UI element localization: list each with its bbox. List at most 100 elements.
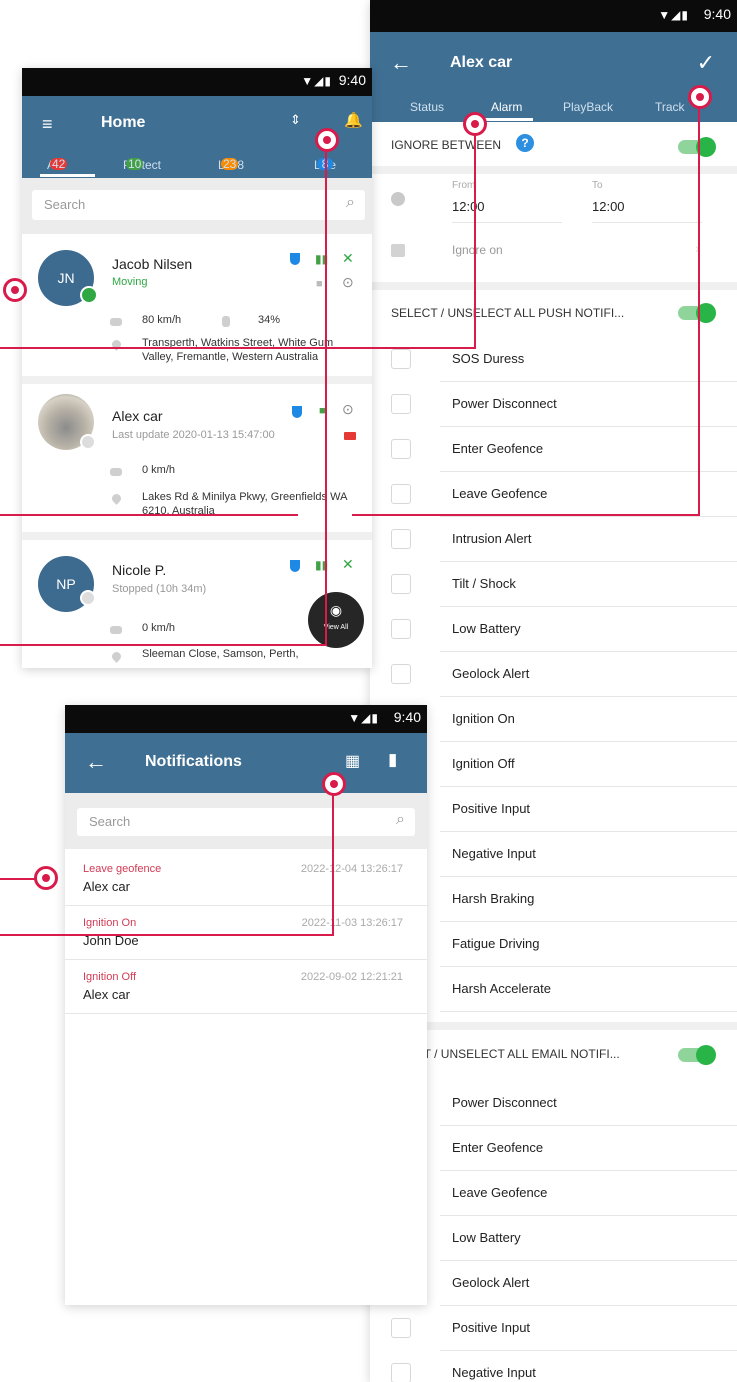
email-select-all-toggle[interactable] [678, 1045, 716, 1065]
search-placeholder: Search [89, 814, 131, 829]
lock-icon: ■ [316, 278, 323, 290]
ignore-between-toggle[interactable] [678, 137, 716, 157]
back-arrow-icon[interactable]: ← [390, 50, 412, 76]
vehicle-status: Stopped (10h 34m) [112, 583, 207, 595]
tab-alarm[interactable]: Alarm [491, 100, 522, 114]
vehicle-speed: 0 km/h [142, 464, 176, 476]
list-separator [22, 532, 372, 540]
status-time: 9:40 [703, 6, 731, 22]
row-divider [440, 1125, 737, 1126]
home-title: Home [101, 114, 146, 131]
section-gap [370, 166, 737, 174]
tab-status[interactable]: Status [410, 100, 444, 114]
menu-icon[interactable]: ≡ [42, 114, 53, 135]
email-item-label[interactable]: Positive Input [452, 1320, 530, 1335]
offline-dot [80, 434, 96, 450]
trash-icon[interactable]: ▮ [388, 750, 397, 770]
checkbox[interactable] [391, 394, 411, 414]
row-divider [440, 966, 737, 967]
row-divider [440, 1350, 737, 1351]
push-item-label[interactable]: Ignition Off [452, 756, 515, 771]
signal-icons: ▼◢▮ [348, 711, 379, 725]
row-divider [440, 381, 737, 382]
email-item-label[interactable]: Enter Geofence [452, 1140, 543, 1155]
callout-line [325, 140, 327, 646]
checkbox[interactable] [391, 439, 411, 459]
sort-icon[interactable]: ⇕ [290, 112, 301, 128]
push-item-label[interactable]: Harsh Braking [452, 891, 534, 906]
checkbox[interactable] [391, 529, 411, 549]
bell-icon[interactable]: 🔔 [344, 111, 363, 129]
vehicle-battery: 34% [258, 314, 281, 326]
email-item-label[interactable]: Geolock Alert [452, 1275, 529, 1290]
help-icon[interactable]: ? [516, 134, 534, 152]
push-item-label[interactable]: Intrusion Alert [452, 531, 532, 546]
row-divider [440, 1011, 737, 1012]
checkbox[interactable] [391, 1363, 411, 1382]
vehicle-name[interactable]: Alex car [112, 408, 163, 424]
callout-target [315, 128, 339, 152]
ignore-on-label[interactable]: Ignore on [452, 243, 503, 257]
tab-track[interactable]: Track [655, 100, 685, 114]
push-item-label[interactable]: Ignition On [452, 711, 515, 726]
push-item-label[interactable]: Harsh Accelerate [452, 981, 551, 996]
push-item-label[interactable]: Negative Input [452, 846, 536, 861]
push-select-all-toggle[interactable] [678, 303, 716, 323]
push-item-label[interactable]: Enter Geofence [452, 441, 543, 456]
signal-icons: ▼◢▮ [301, 74, 332, 88]
checkbox[interactable] [391, 619, 411, 639]
push-item-label[interactable]: Leave Geofence [452, 486, 547, 501]
push-item-label[interactable]: Low Battery [452, 621, 521, 636]
checkbox[interactable] [391, 349, 411, 369]
calendar-icon [391, 244, 405, 257]
callout-line [352, 514, 700, 516]
shield-icon [292, 406, 302, 418]
from-value[interactable]: 12:00 [452, 199, 485, 214]
home-search-bar: Search ⌕ [22, 178, 372, 234]
search-input[interactable]: Search ⌕ [32, 190, 365, 220]
email-item-label[interactable]: Leave Geofence [452, 1185, 547, 1200]
notification-type: Ignition Off [83, 971, 136, 983]
push-item-label[interactable]: Geolock Alert [452, 666, 529, 681]
push-item-label[interactable]: Tilt / Shock [452, 576, 516, 591]
search-icon: ⌕ [346, 194, 355, 211]
target-icon[interactable]: ⊙ [342, 401, 354, 418]
push-item-label[interactable]: SOS Duress [452, 351, 524, 366]
notification-name[interactable]: Alex car [83, 879, 130, 894]
to-value[interactable]: 12:00 [592, 199, 625, 214]
email-item-label[interactable]: Low Battery [452, 1230, 521, 1245]
tab-playback[interactable]: PlayBack [563, 100, 613, 114]
checkbox[interactable] [391, 1318, 411, 1338]
vehicle-name[interactable]: Jacob Nilsen [112, 256, 192, 272]
row-divider [440, 1170, 737, 1171]
row-divider [440, 741, 737, 742]
search-input[interactable]: Search ⌕ [77, 808, 415, 836]
notifications-search-bar: Search ⌕ [65, 793, 427, 849]
vehicle-address: Sleeman Close, Samson, Perth, [142, 648, 299, 660]
checkbox[interactable] [391, 484, 411, 504]
calendar-icon[interactable]: ▦ [345, 751, 360, 771]
callout-line [0, 347, 476, 349]
home-screen: ▼◢▮ 9:40 ≡ Home ⇕ 🔔 All42 Protect10 Loc8… [22, 68, 372, 668]
online-dot [80, 286, 98, 304]
vehicle-name[interactable]: Nicole P. [112, 562, 166, 578]
checkbox[interactable] [391, 574, 411, 594]
back-arrow-icon[interactable]: ← [85, 749, 107, 775]
notification-name[interactable]: Alex car [83, 987, 130, 1002]
push-item-label[interactable]: Positive Input [452, 801, 530, 816]
push-item-label[interactable]: Fatigue Driving [452, 936, 539, 951]
email-item-label[interactable]: Power Disconnect [452, 1095, 557, 1110]
confirm-check-icon[interactable]: ✓ [697, 50, 715, 76]
email-item-label[interactable]: Negative Input [452, 1365, 536, 1380]
row-divider [440, 651, 737, 652]
view-all-fab[interactable]: ◉ View All [308, 592, 364, 648]
section-gap [370, 282, 737, 290]
target-icon[interactable]: ⊙ [342, 274, 354, 291]
notification-time: 2022-12-04 13:26:17 [300, 863, 403, 875]
from-underline [452, 222, 562, 223]
offline-dot [80, 590, 96, 606]
push-item-label[interactable]: Power Disconnect [452, 396, 557, 411]
checkbox[interactable] [391, 664, 411, 684]
vehicle-speed: 80 km/h [142, 314, 182, 326]
status-bar: ▼◢▮ 9:40 [22, 68, 372, 96]
